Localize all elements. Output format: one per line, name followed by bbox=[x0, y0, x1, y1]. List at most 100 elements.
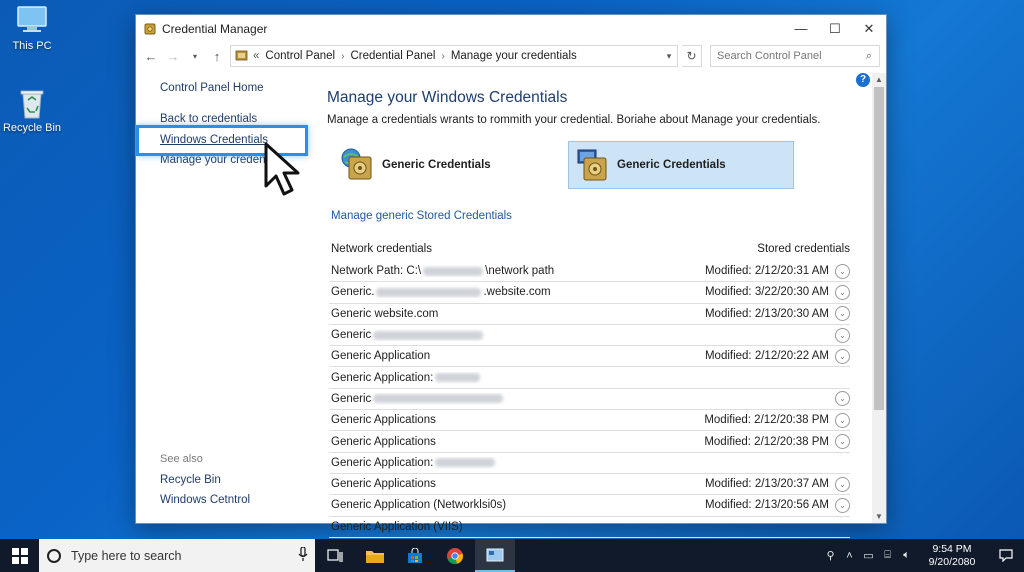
recycle-bin-link[interactable]: Recycle Bin bbox=[160, 474, 221, 486]
expand-chevron-icon[interactable]: ⌄ bbox=[835, 327, 850, 343]
system-tray: ⚲ ˄ ▭ ⌸ 🔈︎ 9:54 PM 9/20/2080 bbox=[821, 539, 1024, 572]
back-arrow-icon[interactable]: ← bbox=[142, 45, 160, 67]
help-icon[interactable]: ? bbox=[856, 73, 870, 87]
expand-chevron-icon[interactable]: ⌄ bbox=[835, 476, 850, 492]
expand-chevron-icon[interactable]: ⌄ bbox=[835, 263, 850, 279]
modified-date: Modified: 2/12/20:38 PM bbox=[704, 435, 829, 448]
breadcrumb-credential-panel[interactable]: Credential Panel bbox=[350, 50, 435, 62]
breadcrumb-manage-credentials[interactable]: Manage your credentials bbox=[451, 50, 577, 62]
search-input[interactable]: Search Control Panel ⌕ bbox=[710, 45, 880, 67]
breadcrumb-control-panel[interactable]: Control Panel bbox=[265, 50, 335, 62]
close-button[interactable]: ✕ bbox=[852, 15, 886, 42]
scroll-down-arrow-icon[interactable]: ▼ bbox=[872, 512, 886, 521]
credential-row[interactable]: Generic website.com Modified: 2/13/20:30 … bbox=[329, 304, 850, 325]
globe-vault-icon bbox=[340, 147, 376, 183]
address-prefix: « bbox=[253, 50, 260, 62]
address-dropdown-icon[interactable]: ▾ bbox=[661, 51, 677, 62]
redacted-text bbox=[373, 330, 484, 340]
credential-row[interactable]: Generic Application (VIIS) bbox=[329, 517, 850, 538]
refresh-icon[interactable]: ↻ bbox=[682, 45, 702, 67]
modified-date: Modified: 2/12/20:22 AM bbox=[704, 350, 829, 363]
credential-row[interactable]: Generic ⌄ bbox=[329, 389, 850, 411]
credential-row[interactable]: Generic Application (Networklsi0s) Modifi… bbox=[329, 495, 850, 517]
generic-credentials-tile-selected[interactable]: Generic Credentials bbox=[568, 141, 794, 189]
expand-chevron-icon[interactable]: ⌄ bbox=[835, 306, 850, 322]
credential-name-text: Generic Application (VIIS) bbox=[331, 520, 463, 533]
credential-name: Generic Application: bbox=[331, 372, 850, 384]
credential-name-suffix: .website.com bbox=[483, 286, 551, 299]
expand-chevron-icon[interactable]: ⌄ bbox=[835, 434, 850, 450]
title-bar[interactable]: Credential Manager — ☐ ✕ bbox=[136, 15, 886, 42]
file-explorer-icon[interactable] bbox=[355, 539, 395, 572]
scroll-up-arrow-icon[interactable]: ▲ bbox=[872, 75, 886, 84]
show-hidden-icons-chevron-icon[interactable]: ˄ bbox=[840, 550, 859, 562]
credential-name-text: Generic bbox=[331, 329, 372, 342]
action-center-icon[interactable] bbox=[988, 539, 1024, 572]
credential-row[interactable]: Generic Applications Modified: 2/12/20:38… bbox=[329, 431, 850, 453]
credential-manager-window: Credential Manager — ☐ ✕ ← → ▾ ↑ « Contr… bbox=[135, 14, 887, 538]
expand-chevron-icon[interactable]: ⌄ bbox=[835, 412, 850, 428]
credential-name: Network Path: C:\ \network path bbox=[331, 265, 705, 277]
credential-row[interactable]: Generic Application: bbox=[329, 367, 850, 389]
people-icon[interactable]: ⚲ bbox=[821, 549, 840, 562]
address-row: ← → ▾ ↑ « Control Panel › Credential Pan… bbox=[136, 42, 886, 70]
breadcrumb-separator-icon[interactable]: › bbox=[441, 51, 444, 62]
credential-row[interactable]: Generic ⌄ bbox=[329, 325, 850, 347]
redacted-text bbox=[435, 458, 496, 468]
up-arrow-icon[interactable]: ↑ bbox=[208, 45, 226, 67]
scrollbar-thumb[interactable] bbox=[874, 87, 884, 410]
credential-manager-icon bbox=[144, 23, 156, 35]
minimize-button[interactable]: — bbox=[784, 15, 818, 42]
expand-chevron-icon[interactable]: ⌄ bbox=[835, 284, 850, 300]
expand-chevron-icon[interactable]: ⌄ bbox=[835, 497, 850, 513]
desktop-icon-recycle-bin[interactable]: Recycle Bin bbox=[0, 86, 64, 134]
maximize-button[interactable]: ☐ bbox=[818, 15, 852, 42]
credential-row[interactable]: Generic Applications Modified: 2/12/20:38… bbox=[329, 410, 850, 432]
desktop-icon-label: Recycle Bin bbox=[2, 122, 62, 134]
modified-date: Modified: 2/12/20:38 PM bbox=[704, 414, 829, 427]
computer-icon bbox=[15, 4, 49, 36]
credential-name-text: Generic Application: bbox=[331, 371, 434, 384]
breadcrumb-separator-icon[interactable]: › bbox=[341, 51, 344, 62]
left-navigation-pane: Control Panel Home Back to credentials M… bbox=[136, 73, 314, 523]
expand-chevron-icon[interactable]: ⌄ bbox=[835, 391, 850, 407]
taskbar: Type here to search ⚲ ˄ ▭ ⌸ 🔈︎ 9:54 PM 9… bbox=[0, 539, 1024, 572]
windows-credentials-link[interactable]: Windows Credentials bbox=[160, 134, 268, 146]
battery-icon[interactable]: ▭ bbox=[859, 549, 878, 562]
credential-name: Generic bbox=[331, 393, 835, 405]
control-panel-home-link[interactable]: Control Panel Home bbox=[160, 82, 264, 94]
credential-row[interactable]: Network Path: C:\ \network path Modified: … bbox=[329, 261, 850, 283]
credential-row[interactable]: Generic Applications Modified: 2/13/20:37… bbox=[329, 474, 850, 496]
recent-locations-chevron-icon[interactable]: ▾ bbox=[186, 45, 204, 67]
credential-name-text: Generic Application: bbox=[331, 456, 434, 469]
volume-icon[interactable]: 🔈︎ bbox=[897, 549, 916, 562]
address-bar[interactable]: « Control Panel › Credential Panel › Man… bbox=[230, 45, 678, 67]
search-icon[interactable]: ⌕ bbox=[859, 50, 879, 63]
credential-name-text: Generic Application bbox=[331, 350, 431, 363]
network-icon[interactable]: ⌸ bbox=[878, 549, 897, 562]
credential-row[interactable]: Generic Application: bbox=[329, 453, 850, 474]
generic-credentials-tile[interactable]: Generic Credentials bbox=[334, 141, 534, 189]
credential-name-text: Network Path: C:\ bbox=[331, 265, 422, 278]
forward-arrow-icon[interactable]: → bbox=[164, 45, 182, 67]
microphone-icon[interactable] bbox=[291, 546, 315, 564]
network-credentials-heading: Network credentials bbox=[331, 243, 432, 255]
vertical-scrollbar[interactable]: ▲ ▼ bbox=[872, 73, 886, 523]
main-content-pane: ? Manage your Windows Credentials Manage… bbox=[314, 73, 872, 538]
task-view-icon[interactable] bbox=[315, 539, 355, 572]
start-button[interactable] bbox=[0, 539, 39, 572]
credential-manager-taskbar-button[interactable] bbox=[475, 539, 515, 572]
recycle-bin-icon bbox=[15, 86, 49, 119]
taskbar-search-box[interactable]: Type here to search bbox=[39, 539, 315, 572]
chrome-icon[interactable] bbox=[435, 539, 475, 572]
store-icon[interactable] bbox=[395, 539, 435, 572]
credential-row[interactable]: Generic Application Modified: 2/12/20:22 … bbox=[329, 346, 850, 368]
taskbar-clock[interactable]: 9:54 PM 9/20/2080 bbox=[922, 543, 982, 569]
see-also-heading: See also bbox=[160, 453, 203, 465]
credential-row[interactable]: Generic. .website.com Modified: 3/22/20:30… bbox=[329, 282, 850, 304]
back-to-credentials-link[interactable]: Back to credentials bbox=[160, 113, 257, 125]
windows-control-link[interactable]: Windows Cetntrol bbox=[160, 494, 250, 506]
desktop-icon-this-pc[interactable]: This PC bbox=[0, 4, 64, 52]
manage-generic-stored-credentials-link[interactable]: Manage generic Stored Credentials bbox=[331, 210, 512, 222]
expand-chevron-icon[interactable]: ⌄ bbox=[835, 348, 850, 364]
